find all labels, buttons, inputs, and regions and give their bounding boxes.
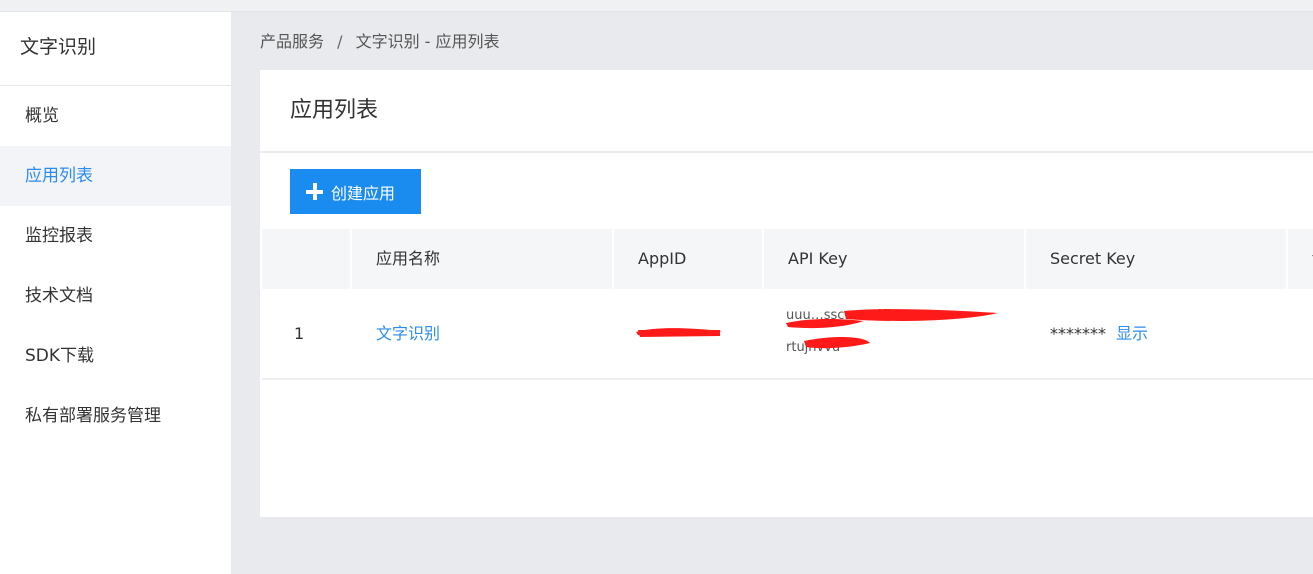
column-header-api-key: API Key [764, 229, 1026, 289]
sidebar-item-private-deploy[interactable]: 私有部署服务管理 [0, 386, 231, 446]
panel-title: 应用列表 [260, 70, 1313, 153]
row-index: 1 [294, 324, 305, 343]
row-truncated-value: 2 [1288, 289, 1313, 378]
column-header-app-name: 应用名称 [352, 229, 614, 289]
breadcrumb-current: 文字识别 - 应用列表 [355, 32, 500, 51]
app-name-link[interactable]: 文字识别 [352, 289, 440, 378]
create-app-button-label: 创建应用 [331, 183, 396, 203]
table-row: 1 文字识别 uuu…ssc…… 4Eru rtujnvvu ******* 显示 [262, 289, 1313, 380]
create-app-button[interactable]: 创建应用 [290, 169, 421, 214]
sidebar-title: 文字识别 [0, 12, 231, 86]
secret-key-masked: ******* [1050, 324, 1106, 343]
sidebar-item-sdk-download[interactable]: SDK下载 [0, 326, 231, 386]
breadcrumb-separator: / [337, 32, 343, 51]
breadcrumb-root[interactable]: 产品服务 [260, 32, 324, 51]
top-strip [0, 0, 1313, 12]
appid-redaction [636, 328, 722, 337]
sidebar: 文字识别 概览 应用列表 监控报表 技术文档 SDK下载 私有部署服务管理 [0, 12, 231, 574]
api-key-redaction: uuu…ssc…… 4Eru rtujnvvu [786, 308, 998, 355]
sidebar-item-overview[interactable]: 概览 [0, 86, 231, 146]
column-header-appid: AppID [614, 229, 764, 289]
app-table: 应用名称 AppID API Key Secret Key t 1 文字识别 u… [262, 229, 1313, 380]
secret-key-cell: ******* 显示 [1026, 289, 1148, 378]
sidebar-item-monitor-report[interactable]: 监控报表 [0, 206, 231, 266]
column-header-secret-key: Secret Key [1026, 229, 1288, 289]
table-header: 应用名称 AppID API Key Secret Key t [262, 229, 1313, 289]
app-list-panel: 应用列表 创建应用 应用名称 AppID API Key Secret Key … [260, 70, 1313, 517]
show-secret-link[interactable]: 显示 [1116, 324, 1148, 343]
column-header-truncated: t [1288, 229, 1313, 289]
sidebar-item-tech-docs[interactable]: 技术文档 [0, 266, 231, 326]
plus-icon [306, 183, 323, 200]
sidebar-item-app-list[interactable]: 应用列表 [0, 146, 231, 206]
main-content: 产品服务 / 文字识别 - 应用列表 应用列表 创建应用 应用名称 AppID … [231, 12, 1313, 574]
breadcrumb: 产品服务 / 文字识别 - 应用列表 [260, 28, 500, 52]
column-header-index [262, 229, 352, 289]
